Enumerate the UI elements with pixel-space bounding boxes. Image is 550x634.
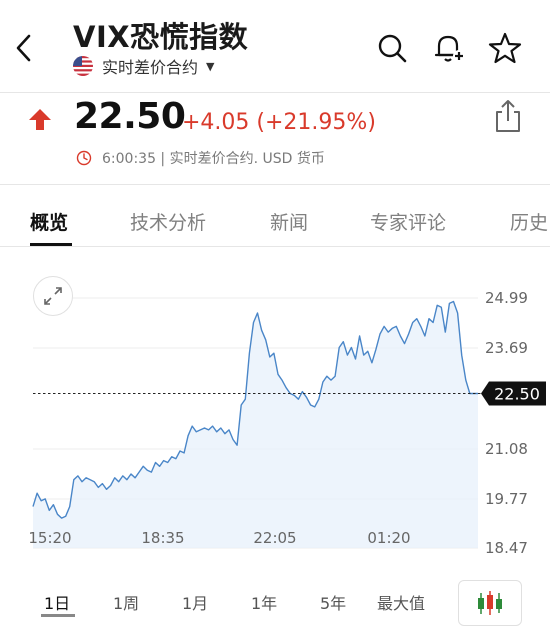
chevron-down-icon: ▼ bbox=[206, 59, 215, 73]
arrow-up-icon bbox=[28, 108, 52, 132]
y-tick-label: 18.47 bbox=[485, 539, 528, 557]
price-chart[interactable]: 24.99 23.69 21.08 19.77 18.47 22.50 15:20 18:35… bbox=[0, 256, 550, 576]
tab-news[interactable]: 新闻 bbox=[270, 208, 308, 235]
y-tick-label: 23.69 bbox=[485, 339, 528, 357]
quote-meta: 6:00:35 | 实时差价合约. USD 货币 bbox=[76, 148, 325, 168]
time-range-bar: 1日 1周 1月 1年 5年 最大值 bbox=[0, 578, 550, 628]
x-tick-label: 22:05 bbox=[253, 529, 296, 547]
us-flag-icon bbox=[73, 56, 93, 76]
range-1w[interactable]: 1周 bbox=[113, 590, 139, 614]
search-icon[interactable] bbox=[374, 30, 410, 66]
tab-technical[interactable]: 技术分析 bbox=[130, 208, 206, 235]
range-max[interactable]: 最大值 bbox=[377, 590, 425, 614]
instrument-type-selector[interactable]: 实时差价合约 ▼ bbox=[73, 54, 214, 78]
top-bar: VIX恐慌指数 实时差价合约 ▼ bbox=[0, 0, 550, 92]
share-icon[interactable] bbox=[492, 98, 524, 134]
last-price: 22.50 bbox=[74, 96, 186, 137]
x-tick-label: 18:35 bbox=[141, 529, 184, 547]
expand-chart-button[interactable] bbox=[33, 276, 73, 316]
range-1y[interactable]: 1年 bbox=[251, 590, 277, 614]
range-1m[interactable]: 1月 bbox=[182, 590, 208, 614]
divider bbox=[0, 246, 550, 247]
active-range-indicator bbox=[41, 614, 75, 617]
series-area-fill bbox=[33, 301, 478, 548]
candlestick-toggle-button[interactable] bbox=[458, 580, 522, 626]
x-tick-label: 15:20 bbox=[28, 529, 71, 547]
tab-analysis[interactable]: 专家评论 bbox=[370, 208, 446, 235]
back-icon[interactable] bbox=[8, 28, 40, 68]
y-tick-label: 24.99 bbox=[485, 289, 528, 307]
star-icon[interactable] bbox=[487, 30, 523, 66]
tab-overview[interactable]: 概览 bbox=[30, 208, 68, 235]
quote-meta-text: 6:00:35 | 实时差价合约. USD 货币 bbox=[102, 151, 325, 167]
price-change: +4.05 (+21.95%) bbox=[182, 110, 376, 135]
current-price-label: 22.50 bbox=[494, 384, 540, 403]
y-tick-label: 19.77 bbox=[485, 490, 528, 508]
range-1d[interactable]: 1日 bbox=[44, 590, 70, 614]
tab-history[interactable]: 历史 bbox=[510, 208, 548, 235]
y-tick-label: 21.08 bbox=[485, 440, 528, 458]
x-tick-label: 01:20 bbox=[367, 529, 410, 547]
add-alert-icon[interactable] bbox=[431, 30, 467, 66]
clock-icon bbox=[76, 150, 92, 166]
section-tabs: 概览 技术分析 新闻 专家评论 历史 bbox=[0, 196, 550, 246]
page-title: VIX恐慌指数 bbox=[73, 20, 249, 54]
range-5y[interactable]: 5年 bbox=[320, 590, 346, 614]
divider bbox=[0, 184, 550, 185]
instrument-type-label: 实时差价合约 bbox=[102, 58, 199, 77]
